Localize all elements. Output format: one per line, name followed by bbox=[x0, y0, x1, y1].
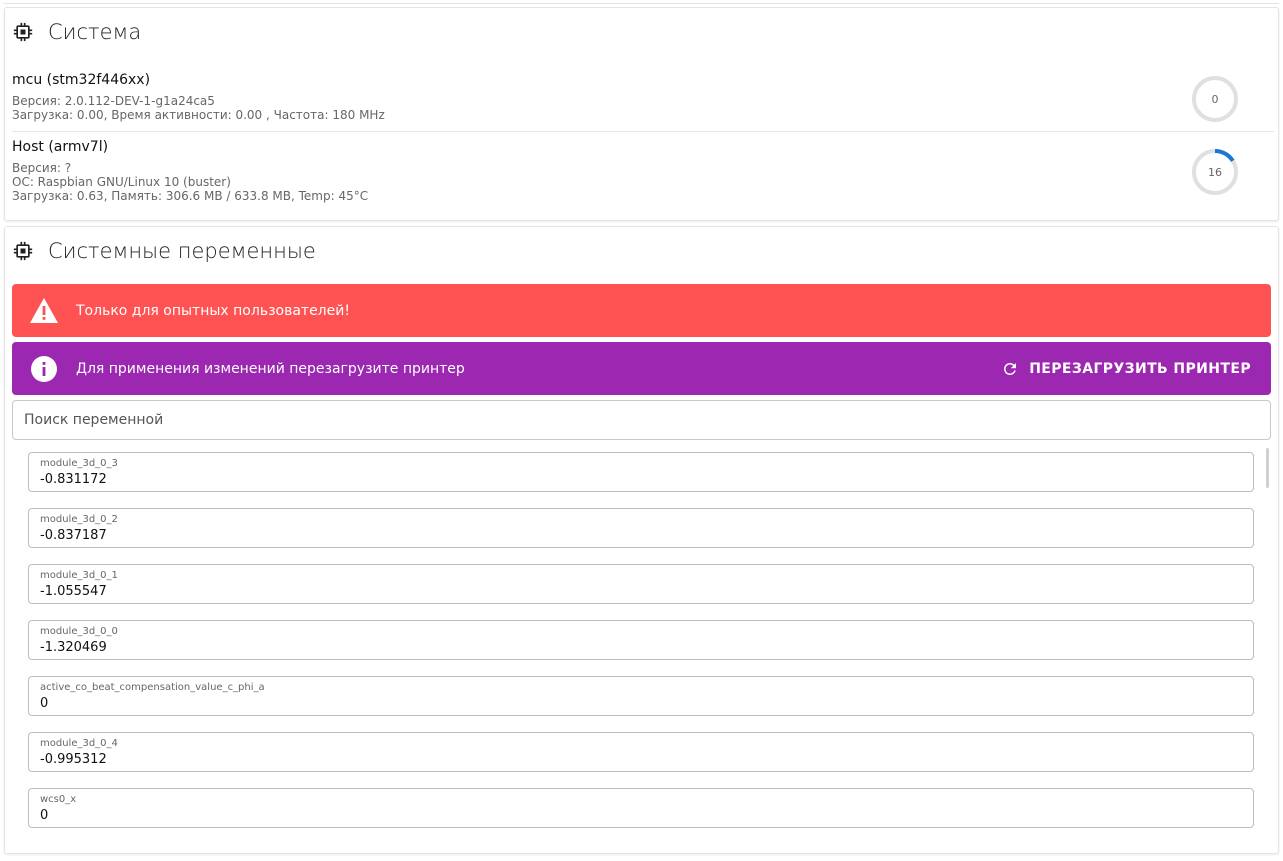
mcu-load: Загрузка: 0.00, Время активности: 0.00 ,… bbox=[12, 108, 385, 122]
mcu-name: mcu (stm32f446xx) bbox=[12, 72, 151, 88]
variable-field[interactable]: wcs0_x 0 bbox=[28, 788, 1254, 828]
variable-label: module_3d_0_3 bbox=[40, 458, 118, 469]
restart-printer-label: ПЕРЕЗАГРУЗИТЬ ПРИНТЕР bbox=[1029, 360, 1251, 377]
mcu-load-gauge: 0 bbox=[1192, 76, 1238, 122]
mcu-row: mcu (stm32f446xx) Версия: 2.0.112-DEV-1-… bbox=[12, 72, 1274, 122]
variables-list: module_3d_0_3 -0.831172 module_3d_0_2 -0.83… bbox=[28, 452, 1254, 844]
restart-printer-button[interactable]: ПЕРЕЗАГРУЗИТЬ ПРИНТЕР bbox=[1001, 360, 1251, 378]
section-title: Системные переменные bbox=[48, 239, 316, 263]
variable-label: wcs0_x bbox=[40, 794, 77, 805]
host-version: Версия: ? bbox=[12, 161, 72, 175]
info-icon bbox=[28, 353, 60, 385]
variable-label: active_co_beat_compensation_value_c_phi_… bbox=[40, 682, 265, 693]
info-alert: Для применения изменений перезагрузите п… bbox=[12, 342, 1271, 395]
variable-value[interactable]: -1.320469 bbox=[40, 639, 1242, 657]
variable-value[interactable]: -0.995312 bbox=[40, 751, 1242, 769]
host-gauge-value: 16 bbox=[1208, 166, 1222, 179]
warning-icon bbox=[28, 295, 60, 327]
host-load-gauge: 16 bbox=[1192, 149, 1238, 195]
host-name: Host (armv7l) bbox=[12, 139, 109, 155]
host-load: Загрузка: 0.63, Память: 306.6 MB / 633.8… bbox=[12, 189, 369, 203]
page-title: Система bbox=[48, 20, 142, 44]
variable-field[interactable]: module_3d_0_2 -0.837187 bbox=[28, 508, 1254, 548]
variable-label: module_3d_0_2 bbox=[40, 514, 118, 525]
variable-value[interactable]: -0.831172 bbox=[40, 471, 1242, 489]
variable-value[interactable]: -1.055547 bbox=[40, 583, 1242, 601]
chip-icon bbox=[12, 240, 34, 262]
previous-card-edge bbox=[4, 0, 1279, 4]
variable-field[interactable]: active_co_beat_compensation_value_c_phi_… bbox=[28, 676, 1254, 716]
variable-value[interactable]: 0 bbox=[40, 807, 1242, 825]
variable-field[interactable]: module_3d_0_1 -1.055547 bbox=[28, 564, 1254, 604]
variable-label: module_3d_0_4 bbox=[40, 738, 118, 749]
variable-value[interactable]: -0.837187 bbox=[40, 527, 1242, 545]
variable-search-input[interactable] bbox=[12, 400, 1271, 440]
mcu-gauge-value: 0 bbox=[1212, 93, 1219, 106]
info-alert-text: Для применения изменений перезагрузите п… bbox=[76, 360, 465, 377]
variable-value[interactable]: 0 bbox=[40, 695, 1242, 713]
variable-field[interactable]: module_3d_0_4 -0.995312 bbox=[28, 732, 1254, 772]
variable-label: module_3d_0_0 bbox=[40, 626, 118, 637]
variable-field[interactable]: module_3d_0_0 -1.320469 bbox=[28, 620, 1254, 660]
divider bbox=[12, 131, 1274, 132]
warning-alert-text: Только для опытных пользователей! bbox=[76, 302, 350, 319]
scrollbar[interactable] bbox=[1266, 448, 1269, 488]
variable-label: module_3d_0_1 bbox=[40, 570, 118, 581]
system-variables-title: Системные переменные bbox=[12, 239, 316, 263]
variable-field[interactable]: module_3d_0_3 -0.831172 bbox=[28, 452, 1254, 492]
warning-alert: Только для опытных пользователей! bbox=[12, 284, 1271, 337]
refresh-icon bbox=[1001, 360, 1019, 378]
system-card-title: Система bbox=[12, 20, 141, 44]
host-row: Host (armv7l) Версия: ? ОС: Raspbian GNU… bbox=[12, 139, 1274, 203]
chip-icon bbox=[12, 21, 34, 43]
host-os: ОС: Raspbian GNU/Linux 10 (buster) bbox=[12, 175, 231, 189]
mcu-version: Версия: 2.0.112-DEV-1-g1a24ca5 bbox=[12, 94, 215, 108]
